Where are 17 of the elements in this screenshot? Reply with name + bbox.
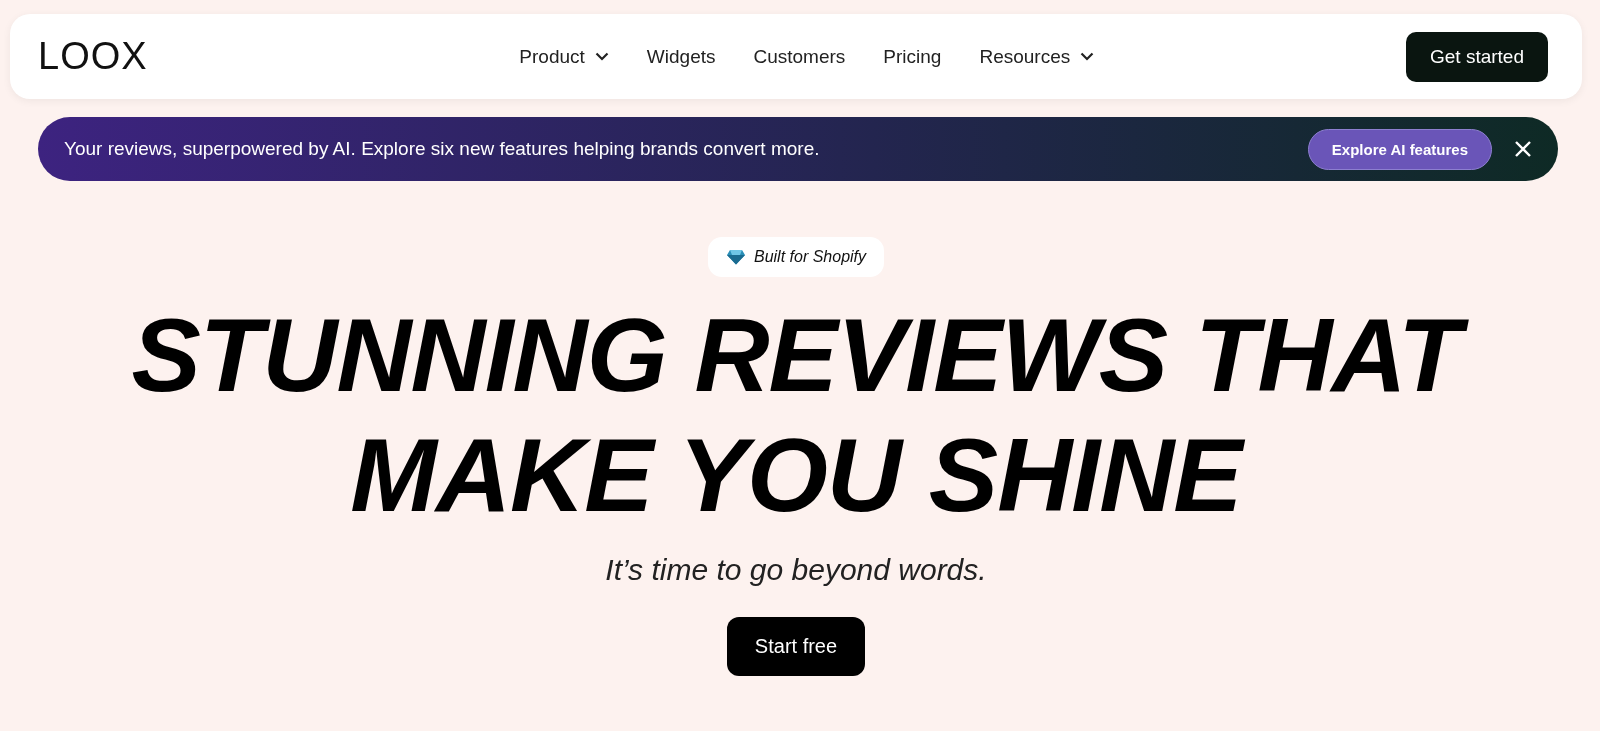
nav-link[interactable]: Customers — [753, 45, 846, 68]
nav-link[interactable]: Product — [519, 45, 609, 68]
subtitle: It’s time to go beyond words. — [605, 553, 987, 587]
nav-link[interactable]: Resources — [979, 45, 1095, 68]
nav-link[interactable]: Widgets — [646, 45, 716, 68]
explore-button[interactable]: Explore AI features — [1307, 128, 1492, 170]
banner-text: Your reviews, superpowered by AI. Explore six new features helping brands convert more. — [64, 138, 821, 160]
badge-text: Built for Shopify — [753, 248, 867, 266]
diamond-icon — [725, 249, 746, 265]
close-icon[interactable] — [1514, 140, 1532, 158]
chevron-down-icon — [594, 52, 609, 61]
start-free-button[interactable]: Start free — [726, 617, 866, 676]
headline: STUNNING REVIEWS THAT MAKE YOU SHINE — [101, 291, 1491, 539]
chevron-down-icon — [1080, 52, 1095, 61]
logo[interactable]: LOOX — [38, 35, 148, 78]
nav-link[interactable]: Pricing — [883, 45, 942, 68]
get-started-button[interactable]: Get started — [1406, 31, 1548, 82]
